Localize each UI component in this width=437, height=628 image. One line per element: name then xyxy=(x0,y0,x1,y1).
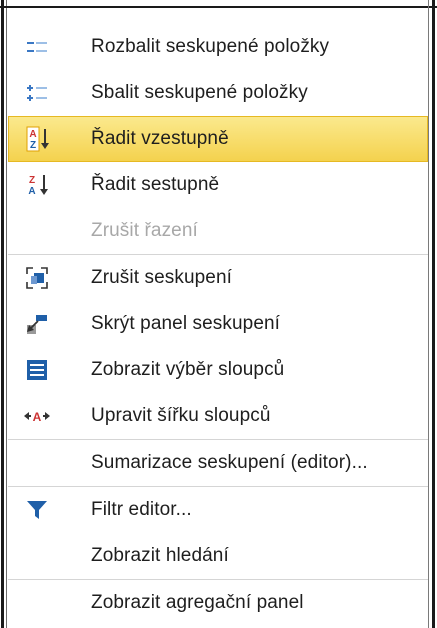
frame-border-left-inner xyxy=(6,0,7,628)
menu-item-label: Sbalit seskupené položky xyxy=(91,82,308,103)
menu-item-hide-group-panel[interactable]: Skrýt panel seskupení xyxy=(8,301,428,347)
svg-text:Z: Z xyxy=(30,140,36,151)
menu-item-sort-ascending[interactable]: A Z Řadit vzestupně xyxy=(8,116,428,162)
sort-ascending-icon: A Z xyxy=(9,116,67,162)
sort-descending-icon: Z A xyxy=(8,162,66,208)
expand-groups-icon xyxy=(8,24,66,70)
ungroup-icon xyxy=(8,255,66,301)
frame-border-right-inner xyxy=(428,0,429,628)
menu-item-show-find-panel[interactable]: Zobrazit hledání xyxy=(8,533,428,579)
menu-item-label: Řadit sestupně xyxy=(91,174,220,195)
frame-border-left xyxy=(1,0,4,628)
menu-item-clear-sorting[interactable]: Zrušit řazení xyxy=(8,208,428,254)
menu-item-collapse-groups[interactable]: Sbalit seskupené položky xyxy=(8,70,428,116)
menu-item-best-fit[interactable]: A Upravit šířku sloupců xyxy=(8,393,428,439)
menu-item-group-summary-editor[interactable]: Sumarizace seskupení (editor)... xyxy=(8,439,428,486)
menu-item-sort-descending[interactable]: Z A Řadit sestupně xyxy=(8,162,428,208)
menu-item-label: Zrušit seskupení xyxy=(91,267,232,288)
context-menu: Rozbalit seskupené položky Sbalit seskup… xyxy=(0,0,437,628)
filter-icon xyxy=(8,487,66,533)
menu-item-filter-editor[interactable]: Filtr editor... xyxy=(8,486,428,533)
best-fit-icon: A xyxy=(8,393,66,439)
svg-text:Z: Z xyxy=(29,175,35,186)
svg-text:A: A xyxy=(33,410,42,423)
menu-item-label: Zobrazit výběr sloupců xyxy=(91,359,285,380)
menu-item-label: Upravit šířku sloupců xyxy=(91,405,271,426)
menu-item-expand-groups[interactable]: Rozbalit seskupené položky xyxy=(8,24,428,70)
menu-item-label: Sumarizace seskupení (editor)... xyxy=(91,452,368,473)
svg-text:A: A xyxy=(29,129,36,140)
collapse-groups-icon xyxy=(8,70,66,116)
hide-group-panel-icon xyxy=(8,301,66,347)
menu-item-show-footer-panel[interactable]: Zobrazit agregační panel xyxy=(8,579,428,626)
menu-item-label: Zrušit řazení xyxy=(91,220,198,241)
menu-item-label: Zobrazit hledání xyxy=(91,545,229,566)
menu-item-label: Filtr editor... xyxy=(91,499,192,520)
menu-item-ungroup[interactable]: Zrušit seskupení xyxy=(8,254,428,301)
svg-text:A: A xyxy=(28,186,35,197)
menu-item-column-chooser[interactable]: Zobrazit výběr sloupců xyxy=(8,347,428,393)
menu-item-label: Rozbalit seskupené položky xyxy=(91,36,330,57)
frame-border-right xyxy=(432,0,435,628)
menu-item-label: Zobrazit agregační panel xyxy=(91,592,304,613)
menu-list: Rozbalit seskupené položky Sbalit seskup… xyxy=(8,24,428,626)
menu-item-label: Skrýt panel seskupení xyxy=(91,313,281,334)
menu-item-label: Řadit vzestupně xyxy=(91,128,229,149)
column-chooser-icon xyxy=(8,347,66,393)
